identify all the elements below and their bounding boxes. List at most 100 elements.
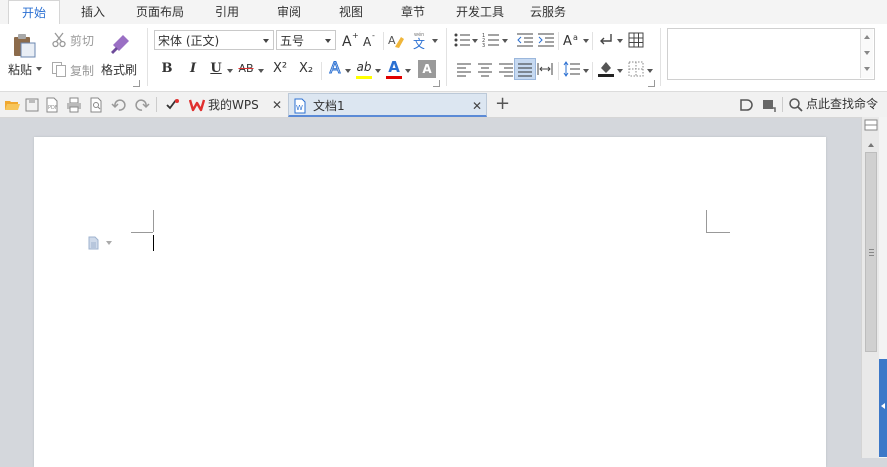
print-preview-icon[interactable] [87, 96, 105, 114]
print-icon[interactable] [65, 96, 83, 114]
font-color-button[interactable]: A [385, 58, 403, 76]
clear-format-icon[interactable]: A [387, 31, 405, 49]
character-shading-button[interactable]: A [418, 60, 436, 78]
justify-icon[interactable] [514, 58, 536, 80]
highlight-button[interactable]: ab [354, 58, 374, 76]
tab-view[interactable]: 视图 [330, 0, 372, 24]
underline-button[interactable]: U [207, 60, 225, 78]
change-case-icon[interactable]: Aa [562, 30, 582, 50]
scroll-up-icon[interactable] [868, 143, 874, 147]
phonetic-guide-icon[interactable]: wén 文 [411, 30, 431, 50]
search-icon[interactable] [787, 96, 805, 114]
divider [147, 28, 148, 86]
divider [558, 62, 559, 80]
styles-gallery[interactable] [667, 28, 875, 80]
align-center-icon[interactable] [476, 60, 494, 78]
paste-dropdown-icon[interactable] [36, 67, 42, 71]
paragraph-settings-icon[interactable] [87, 236, 101, 253]
tab-references[interactable]: 引用 [206, 0, 248, 24]
chevron-down-icon[interactable] [432, 39, 438, 43]
copy-icon[interactable] [50, 60, 68, 78]
shrink-font-icon[interactable]: A- [361, 31, 379, 49]
chevron-down-icon[interactable] [617, 69, 623, 73]
side-panel-toggle[interactable] [879, 359, 887, 457]
cut-icon[interactable] [50, 31, 68, 49]
open-folder-icon[interactable] [3, 96, 21, 114]
bold-button[interactable]: B [158, 60, 176, 78]
italic-button[interactable]: I [184, 60, 202, 78]
split-view-icon[interactable] [864, 119, 878, 131]
paragraph-mark-icon[interactable] [597, 31, 615, 49]
tab-section[interactable]: 章节 [392, 0, 434, 24]
tab-cloud-service[interactable]: 云服务 [524, 0, 572, 24]
divider [383, 32, 384, 50]
styles-gallery-scroll[interactable] [860, 29, 873, 78]
chevron-down-icon[interactable] [617, 39, 623, 43]
table-icon[interactable] [627, 31, 645, 49]
tab-insert[interactable]: 插入 [72, 0, 114, 24]
command-search-label[interactable]: 点此查找命令 [806, 92, 878, 117]
strikethrough-button[interactable]: AB [236, 60, 256, 78]
chevron-down-icon[interactable] [375, 69, 381, 73]
document-mode-icon[interactable] [737, 96, 755, 114]
tab-home[interactable]: 开始 [8, 0, 60, 26]
customize-toolbar-icon[interactable] [163, 96, 181, 114]
doc-tab-document1[interactable]: W 文档1 ✕ [288, 93, 487, 117]
copy-label[interactable]: 复制 [70, 62, 94, 79]
close-icon[interactable]: ✕ [472, 94, 482, 118]
quick-access-bar: PDF 我的WPS ✕ W 文档1 ✕ + 点此查找命令 [0, 92, 887, 118]
chevron-down-icon[interactable] [583, 69, 589, 73]
clipboard-dialog-launcher[interactable] [133, 80, 140, 87]
chevron-down-icon[interactable] [864, 51, 870, 55]
undo-icon[interactable] [110, 96, 128, 114]
new-tab-button[interactable]: + [495, 93, 510, 115]
line-spacing-icon[interactable] [563, 60, 581, 78]
more-styles-icon[interactable] [864, 67, 870, 71]
distributed-align-icon[interactable] [536, 60, 554, 78]
format-painter-icon[interactable] [108, 31, 132, 55]
chevron-down-icon[interactable] [502, 39, 508, 43]
tab-review[interactable]: 审阅 [268, 0, 310, 24]
chevron-down-icon[interactable] [106, 241, 112, 245]
format-painter-label[interactable]: 格式刷 [101, 61, 137, 78]
chevron-down-icon[interactable] [405, 69, 411, 73]
increase-indent-icon[interactable] [537, 31, 555, 49]
chevron-down-icon[interactable] [227, 69, 233, 73]
text-effect-button[interactable]: A [326, 58, 344, 77]
borders-icon[interactable] [627, 60, 645, 78]
bullet-list-icon[interactable] [453, 31, 471, 49]
share-icon[interactable] [760, 96, 778, 114]
chevron-down-icon[interactable] [345, 69, 351, 73]
scrollbar-thumb[interactable] [865, 152, 877, 352]
font-name-select[interactable]: 宋体 (正文) [154, 30, 274, 50]
export-pdf-icon[interactable]: PDF [43, 96, 61, 114]
chevron-down-icon[interactable] [258, 69, 264, 73]
font-size-select[interactable]: 五号 [276, 30, 336, 50]
document-page[interactable] [34, 137, 826, 467]
tab-page-layout[interactable]: 页面布局 [130, 0, 190, 24]
close-icon[interactable]: ✕ [272, 93, 282, 117]
chevron-up-icon[interactable] [864, 35, 870, 39]
tab-developer[interactable]: 开发工具 [448, 0, 512, 24]
decrease-indent-icon[interactable] [516, 31, 534, 49]
shading-icon[interactable] [597, 59, 615, 77]
grow-font-icon[interactable]: A + [341, 31, 359, 49]
superscript-button[interactable]: X² [270, 60, 290, 78]
cut-label[interactable]: 剪切 [70, 32, 94, 49]
paragraph-dialog-launcher[interactable] [648, 80, 655, 87]
align-right-icon[interactable] [497, 60, 515, 78]
menu-bar: 开始 插入 页面布局 引用 审阅 视图 章节 开发工具 云服务 [0, 0, 887, 26]
doc-tab-my-wps[interactable]: 我的WPS ✕ [186, 93, 286, 117]
numbered-list-icon[interactable]: 123 [482, 31, 500, 49]
paste-label[interactable]: 粘贴 [8, 61, 32, 78]
chevron-down-icon[interactable] [472, 39, 478, 43]
vertical-scrollbar[interactable] [861, 117, 880, 458]
align-left-icon[interactable] [455, 60, 473, 78]
font-dialog-launcher[interactable] [433, 80, 440, 87]
chevron-down-icon[interactable] [583, 39, 589, 43]
subscript-button[interactable]: X₂ [296, 60, 316, 78]
chevron-down-icon[interactable] [647, 69, 653, 73]
paste-icon[interactable] [11, 32, 37, 58]
save-icon[interactable] [23, 96, 41, 114]
redo-icon[interactable] [133, 96, 151, 114]
